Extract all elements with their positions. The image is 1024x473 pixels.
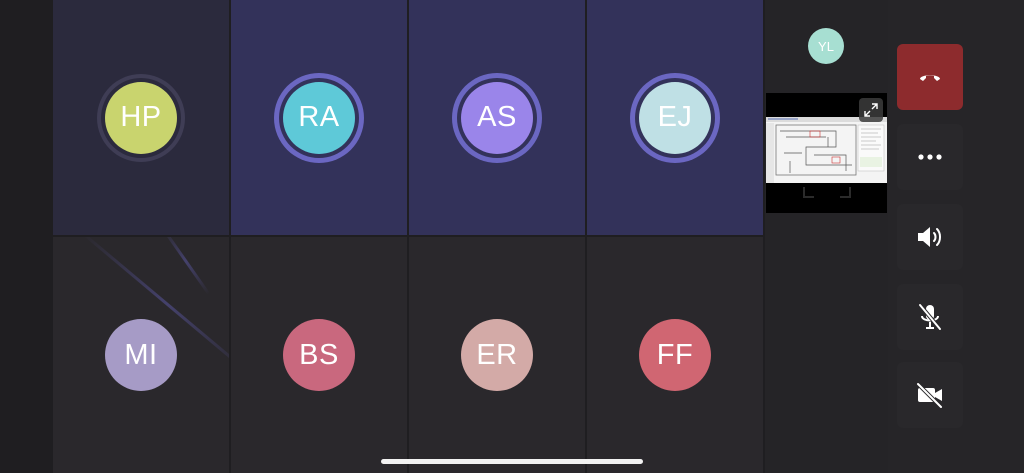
- hangup-button[interactable]: [897, 44, 963, 110]
- participant-tile-as[interactable]: AS: [409, 0, 585, 235]
- participant-tile-mi[interactable]: MI: [53, 237, 229, 473]
- home-indicator[interactable]: [381, 459, 643, 464]
- avatar-initials: BS: [299, 338, 339, 371]
- avatar-mi: MI: [105, 319, 177, 391]
- phone-hangup-icon: [920, 75, 940, 81]
- avatar-as: AS: [461, 81, 533, 154]
- expand-icon: [864, 103, 878, 117]
- avatar-initials: MI: [124, 338, 158, 371]
- participant-tile-ej[interactable]: EJ: [587, 0, 763, 235]
- avatar-ra: RA: [283, 81, 355, 154]
- background-streak: [161, 237, 211, 295]
- avatar-initials: AS: [477, 101, 517, 133]
- participant-tile-bs[interactable]: BS: [231, 237, 407, 473]
- speaker-icon: [918, 227, 941, 247]
- more-options-button[interactable]: [897, 124, 963, 190]
- participant-tile-ff[interactable]: FF: [587, 237, 763, 473]
- participant-tile-er[interactable]: ER: [409, 237, 585, 473]
- shared-document-drawing: [766, 117, 887, 183]
- mic-off-icon: [918, 303, 942, 331]
- shared-screen-frame: [803, 187, 851, 198]
- more-icon: [918, 154, 942, 160]
- screen-share-preview[interactable]: [766, 93, 887, 213]
- avatar-initials: RA: [298, 101, 340, 133]
- self-view-column: [765, 0, 888, 473]
- self-avatar-initials: YL: [818, 38, 834, 54]
- camera-button[interactable]: [897, 362, 963, 428]
- camera-off-icon: [916, 382, 943, 408]
- avatar-initials: ER: [476, 338, 518, 371]
- avatar-initials: EJ: [657, 101, 693, 133]
- avatar-initials: HP: [120, 101, 162, 133]
- speaker-button[interactable]: [897, 204, 963, 270]
- expand-button[interactable]: [859, 98, 883, 122]
- participant-tile-hp[interactable]: HP: [53, 0, 229, 235]
- avatar-bs: BS: [283, 319, 355, 391]
- avatar-initials: FF: [656, 338, 694, 371]
- mute-button[interactable]: [897, 284, 963, 350]
- self-avatar[interactable]: YL: [808, 28, 844, 64]
- avatar-ej: EJ: [639, 81, 711, 154]
- avatar-hp: HP: [105, 81, 177, 154]
- participant-tile-ra[interactable]: RA: [231, 0, 407, 235]
- avatar-er: ER: [461, 319, 533, 391]
- shared-document-thumbnail: [766, 117, 887, 183]
- avatar-ff: FF: [639, 319, 711, 391]
